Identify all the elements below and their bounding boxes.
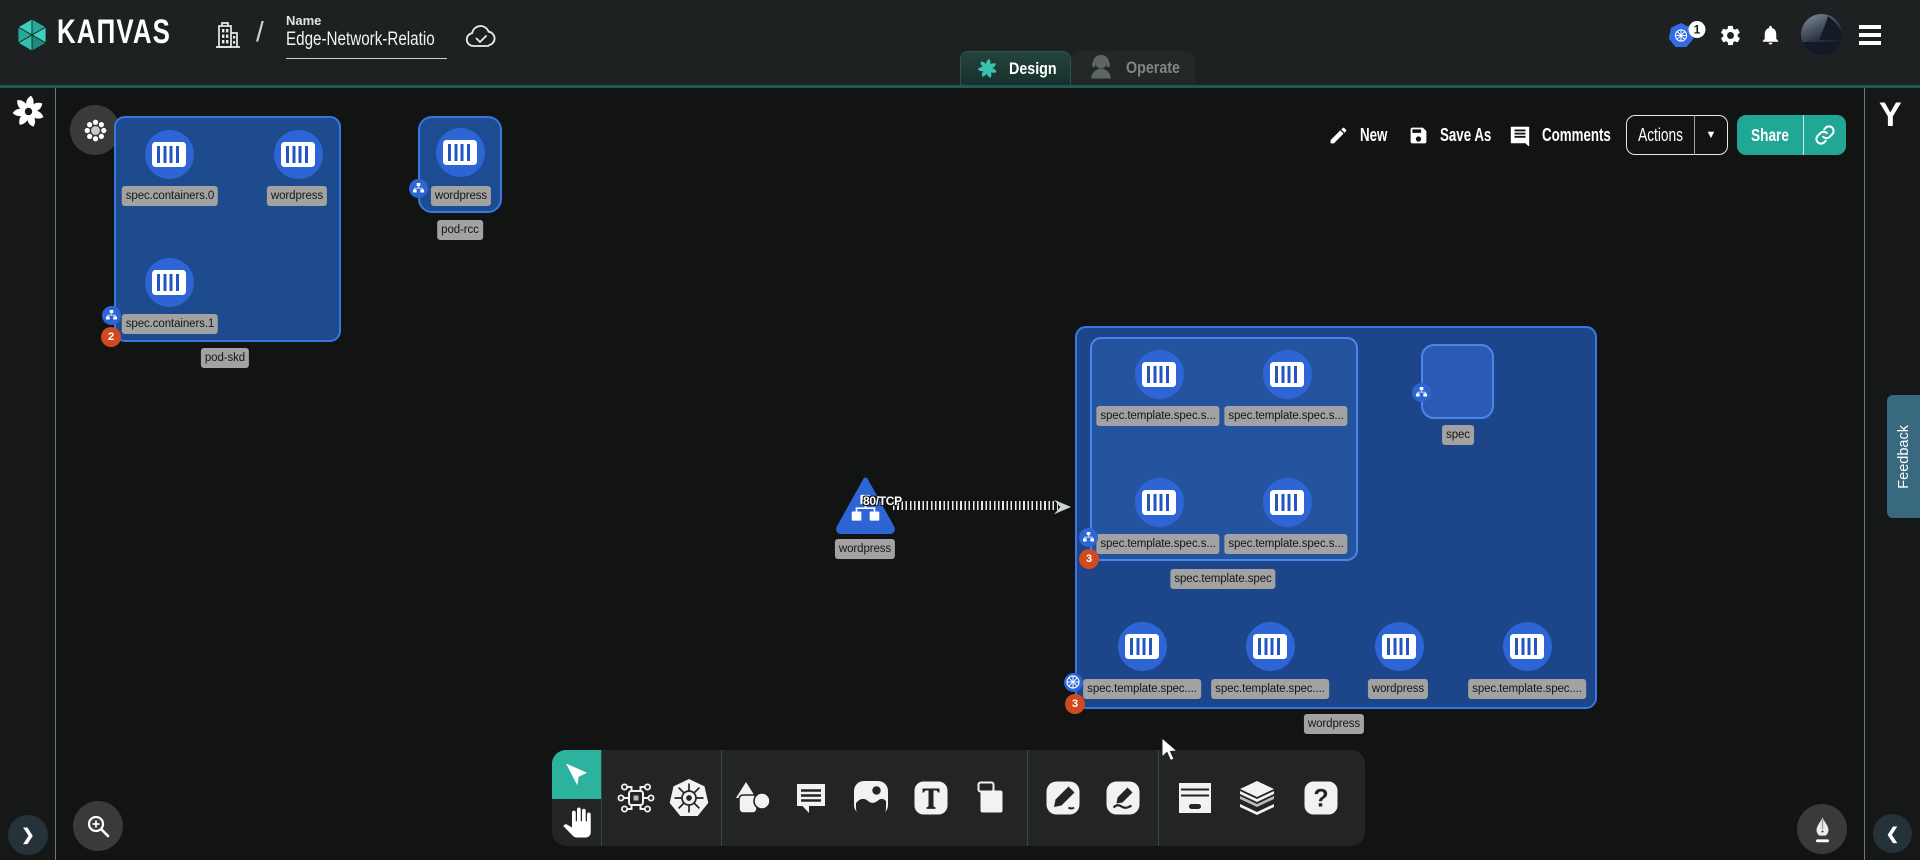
svg-text:?: ? <box>1313 785 1328 813</box>
svg-text:1: 1 <box>1694 23 1701 37</box>
